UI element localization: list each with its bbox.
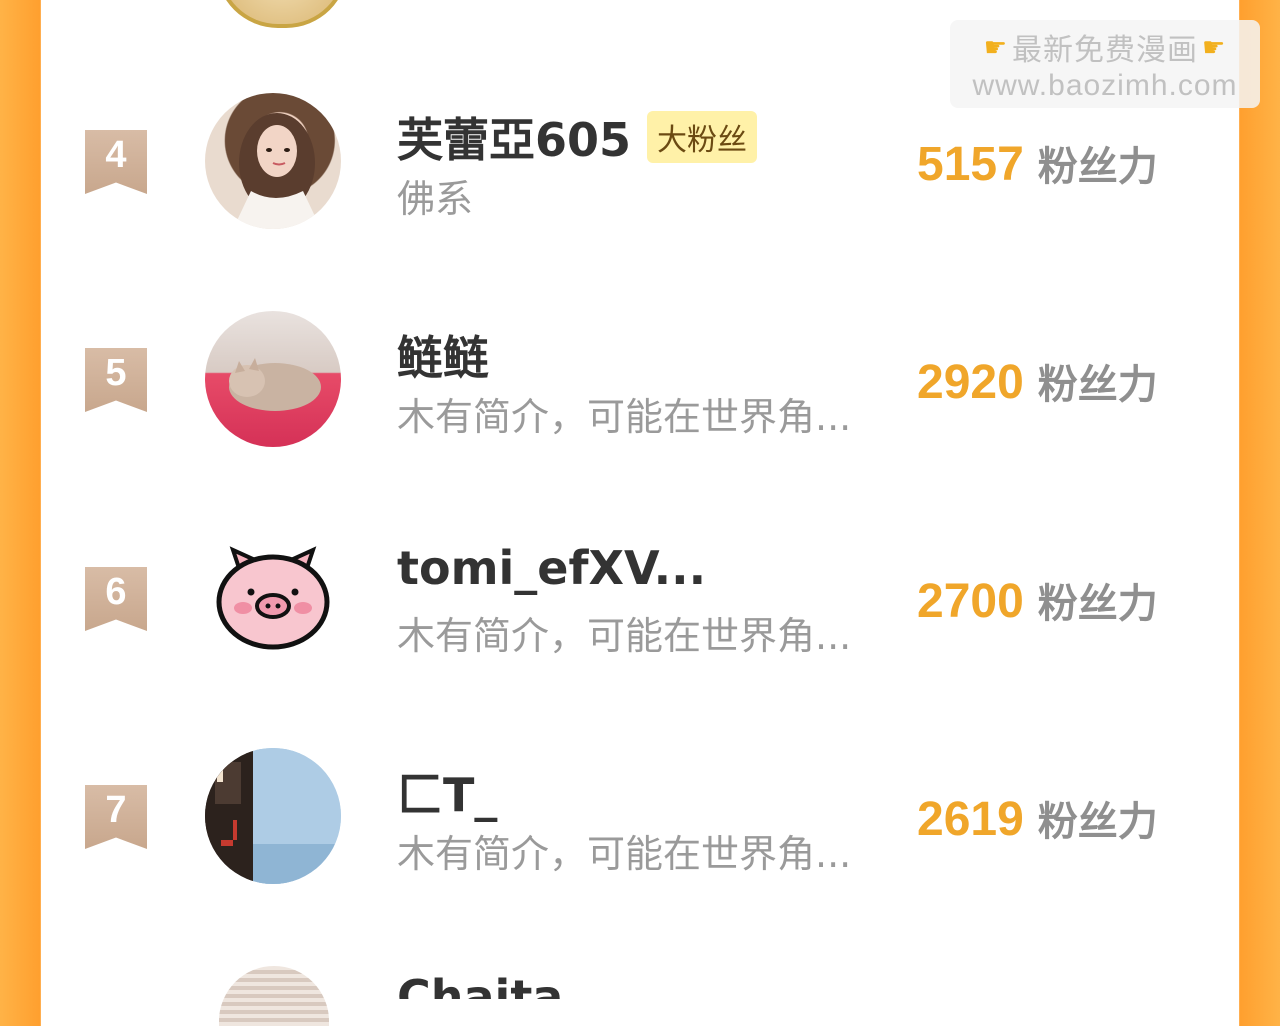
avatar-street-image <box>205 748 341 884</box>
fan-power-unit: 粉丝力 <box>1037 362 1158 408</box>
user-name[interactable]: 鲢鲢 <box>397 322 489 388</box>
fan-power-score: 2700 粉丝力 <box>917 571 1158 629</box>
user-name-line: 芙蕾亞605 大粉丝 <box>397 104 758 170</box>
user-bio: 木有简介，可能在世界角... <box>397 832 852 876</box>
user-avatar[interactable] <box>205 311 341 447</box>
user-name[interactable]: 匚T_ <box>397 759 497 825</box>
user-bio: 佛系 <box>397 177 474 221</box>
fan-power-score: 2619 粉丝力 <box>917 789 1158 847</box>
fan-power-unit: 粉丝力 <box>1037 799 1158 845</box>
user-avatar[interactable] <box>205 93 341 229</box>
pointing-hand-icon: ☛ <box>983 31 1008 62</box>
fan-power-score: 2920 粉丝力 <box>917 352 1158 410</box>
user-name-line: tomi_efXV... <box>397 541 706 595</box>
fan-power-unit: 粉丝力 <box>1037 144 1158 190</box>
user-bio: 木有简介，可能在世界角... <box>397 395 852 439</box>
user-name[interactable]: 芙蕾亞605 <box>397 104 631 170</box>
fan-power-score: 5157 粉丝力 <box>917 134 1158 192</box>
user-avatar[interactable] <box>205 748 341 884</box>
ranking-row[interactable]: 7 匚T_ 木有简介，可能在世界角... 2619 粉丝力 <box>0 745 1280 895</box>
avatar-cat-image <box>229 358 321 411</box>
fan-power-value: 2619 <box>917 793 1024 846</box>
user-avatar[interactable] <box>205 530 341 666</box>
ranking-row[interactable]: 4 芙蕾亞605 大粉丝 佛系 5157 粉丝力 <box>0 90 1280 240</box>
rank-badge: 7 <box>85 785 147 849</box>
avatar-portrait-image <box>233 113 321 229</box>
rank-badge: 5 <box>85 348 147 412</box>
user-name-line: 鲢鲢 <box>397 322 489 388</box>
big-fan-badge: 大粉丝 <box>647 111 758 163</box>
fan-power-unit: 粉丝力 <box>1037 581 1158 627</box>
fan-power-value: 2700 <box>917 575 1024 628</box>
avatar-pig-image <box>216 546 330 650</box>
user-name-line: 匚T_ <box>397 759 497 825</box>
user-name[interactable]: tomi_efXV... <box>397 541 706 595</box>
rank-badge: 4 <box>85 130 147 194</box>
ranking-row[interactable]: 5 鲢鲢 木有简介，可能在世界角... 2920 粉丝力 <box>0 308 1280 458</box>
user-bio: 木有简介，可能在世界角... <box>397 614 852 658</box>
ranking-row[interactable]: 6 tomi_efXV... 木有简介，可能在世界角... 2700 粉丝力 <box>0 527 1280 677</box>
fan-power-value: 5157 <box>917 138 1024 191</box>
user-name-partial[interactable]: Chaita <box>397 974 563 999</box>
pointing-hand-icon: ☛ <box>1202 31 1227 62</box>
fan-power-value: 2920 <box>917 356 1024 409</box>
rank-badge: 6 <box>85 567 147 631</box>
watermark-title: 最新免费漫画 <box>1012 34 1198 67</box>
